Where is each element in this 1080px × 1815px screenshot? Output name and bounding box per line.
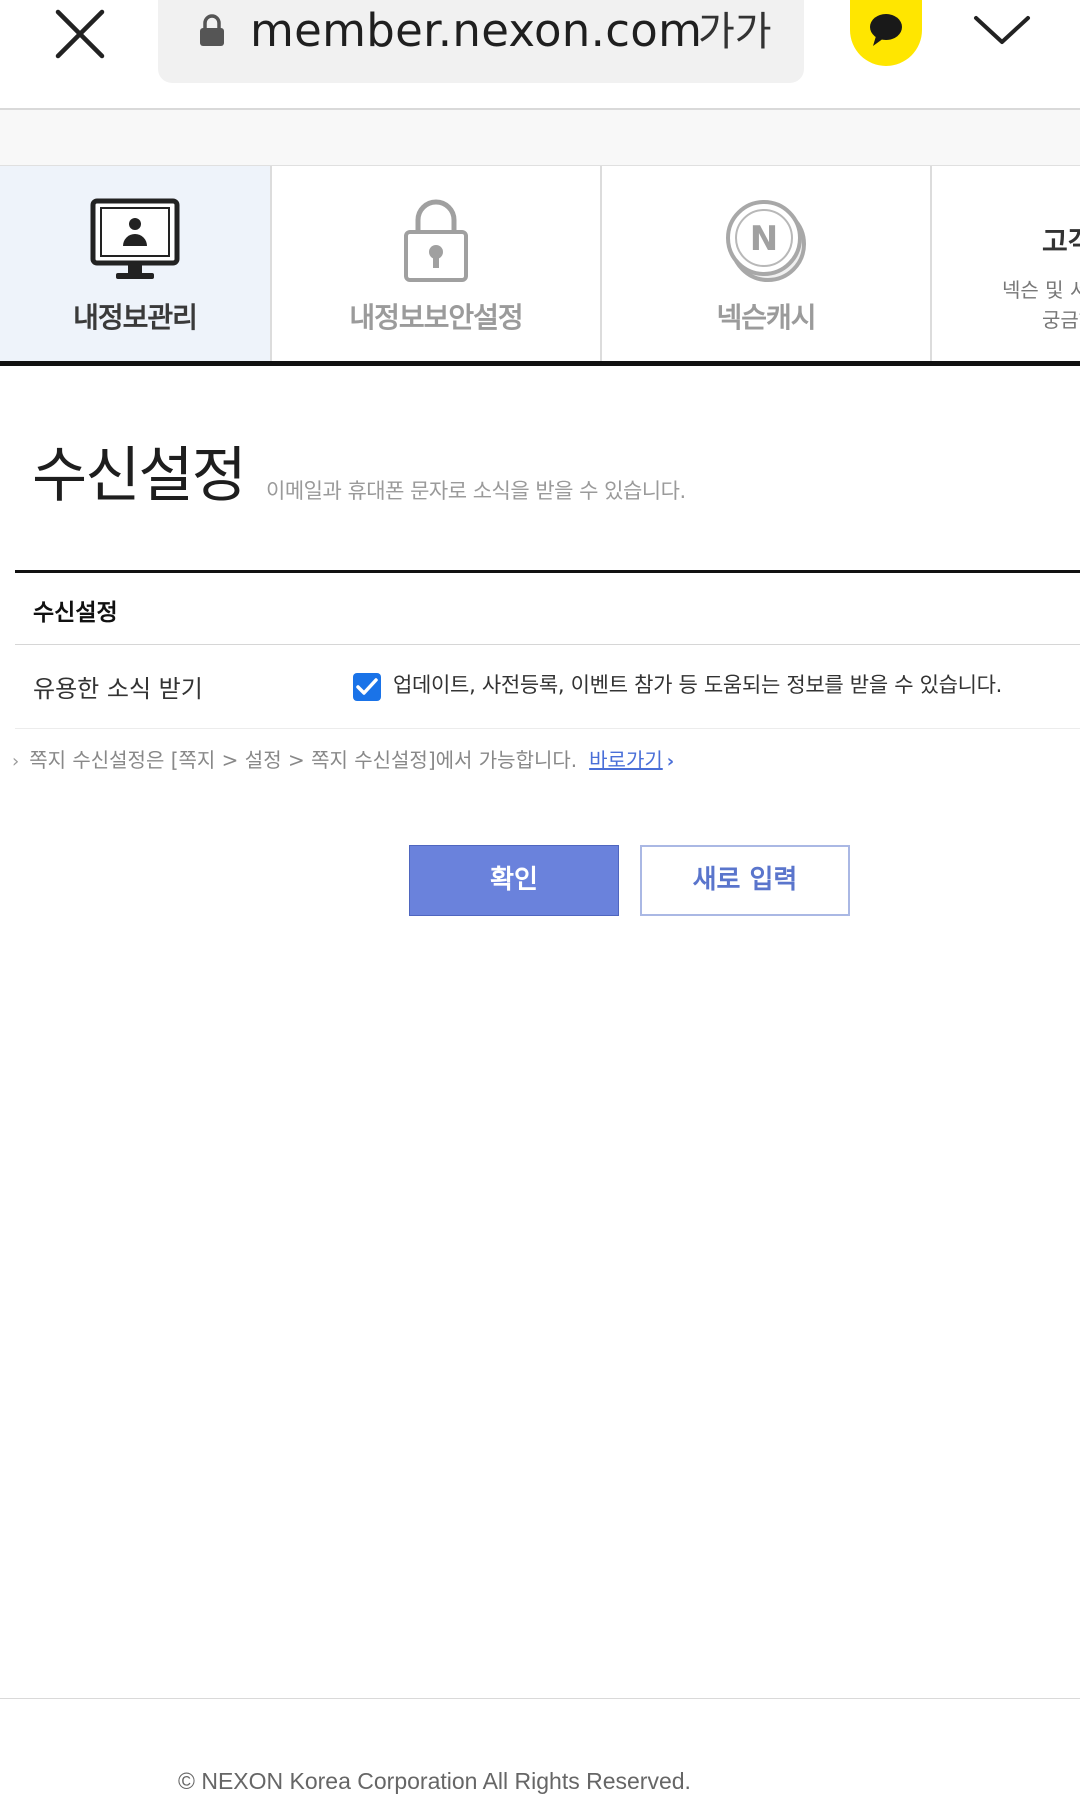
padlock-icon xyxy=(401,198,471,288)
url-text: member.nexon.com xyxy=(250,4,703,57)
row-label: 유용한 소식 받기 xyxy=(33,675,203,703)
chevron-down-icon[interactable] xyxy=(970,8,1034,52)
close-icon[interactable] xyxy=(52,6,108,62)
text-size-button[interactable]: 가가 xyxy=(698,4,772,60)
top-strip xyxy=(0,110,1080,166)
checkbox-label[interactable]: 업데이트, 사전등록, 이벤트 참가 등 도움되는 정보를 받을 수 있습니다. xyxy=(393,669,1002,699)
tab-label: 고객 xyxy=(1042,225,1080,258)
lock-icon xyxy=(198,14,226,48)
tab-label: 넥슨캐시 xyxy=(716,301,816,334)
newsletter-checkbox[interactable] xyxy=(353,673,381,701)
section-header: 수신설정 xyxy=(15,573,1080,645)
tab-security-settings[interactable]: 내정보보안설정 xyxy=(272,166,602,361)
nexon-cash-coin-icon: N xyxy=(725,198,807,288)
kakaotalk-share-icon[interactable] xyxy=(850,0,922,66)
setting-row: 유용한 소식 받기 업데이트, 사전등록, 이벤트 참가 등 도움되는 정보를 … xyxy=(15,645,1080,729)
tab-description: 궁금하 xyxy=(1042,308,1080,332)
menu-tabs: 내정보관리 내정보보안설정 N 넥슨캐시 고객 넥슨 및 서 궁금하 xyxy=(0,166,1080,366)
copyright-text: © NEXON Korea Corporation All Rights Res… xyxy=(178,1768,691,1794)
section-title: 수신설정 xyxy=(33,600,118,626)
note-text: 쪽지 수신설정은 [쪽지 > 설정 > 쪽지 수신설정]에서 가능합니다. xyxy=(29,748,578,772)
settings-section: 수신설정 유용한 소식 받기 업데이트, 사전등록, 이벤트 참가 등 도움되는… xyxy=(15,570,1080,729)
confirm-button[interactable]: 확인 xyxy=(409,845,619,916)
footer-divider xyxy=(0,1698,1080,1699)
browser-toolbar: member.nexon.com 가가 xyxy=(0,0,1080,110)
reset-button[interactable]: 새로 입력 xyxy=(640,845,850,916)
chevron-right-icon: › xyxy=(666,751,675,772)
address-bar[interactable]: member.nexon.com 가가 xyxy=(158,0,804,83)
bullet-arrow-icon: › xyxy=(12,751,20,772)
go-to-link[interactable]: 바로가기 xyxy=(589,748,663,772)
tab-label: 내정보관리 xyxy=(73,301,198,334)
svg-text:N: N xyxy=(750,219,778,259)
tab-my-info[interactable]: 내정보관리 xyxy=(0,166,272,361)
tab-description: 넥슨 및 서 xyxy=(1002,278,1080,302)
page-description: 이메일과 휴대폰 문자로 소식을 받을 수 있습니다. xyxy=(266,479,686,503)
tab-customer-center[interactable]: 고객 넥슨 및 서 궁금하 xyxy=(932,166,1080,361)
tab-label: 내정보보안설정 xyxy=(349,301,523,334)
message-setting-note: › 쪽지 수신설정은 [쪽지 > 설정 > 쪽지 수신설정]에서 가능합니다. 바로… xyxy=(12,744,674,773)
page-title: 수신설정 xyxy=(32,441,247,511)
tab-nexon-cash[interactable]: N 넥슨캐시 xyxy=(602,166,932,361)
monitor-user-icon xyxy=(90,198,180,288)
